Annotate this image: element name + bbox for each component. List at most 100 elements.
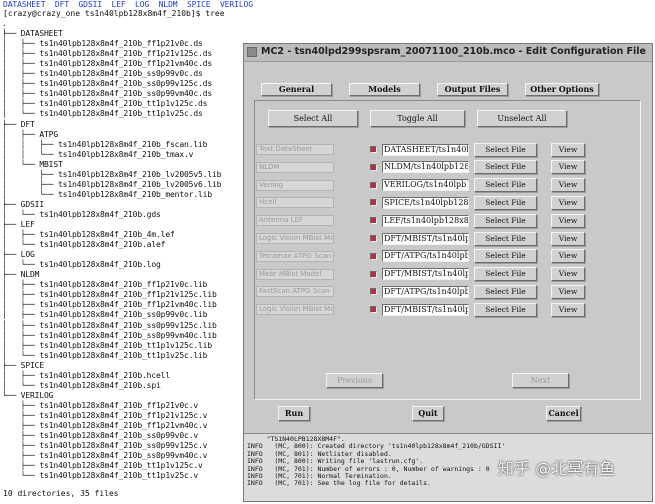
tree-line: │ ├── ts1n40lpb128x8m4f_210b_ss0p99v0c.d… <box>2 69 203 79</box>
output-path-field[interactable]: DFT/MBIST/ts1n40lpb1 <box>382 268 469 281</box>
output-path-field[interactable]: SPICE/ts1n40lpb128x8m <box>382 196 469 209</box>
tree-line: │ ├── ts1n40lpb128x8m4f_210b.hcell <box>2 370 170 380</box>
select-file-button[interactable]: Select File <box>474 195 537 210</box>
tree-line: │ └── ts1n40lpb128x8m4f_210b.log <box>2 260 161 270</box>
tree-line: ├── LOG <box>2 250 35 260</box>
tree-line: ├── GDSII <box>2 199 44 209</box>
output-enable-checkbox[interactable] <box>370 146 377 153</box>
output-type-label: Antenna LEF <box>256 215 334 227</box>
view-button[interactable]: View <box>551 195 585 210</box>
output-enable-checkbox[interactable] <box>370 235 377 242</box>
tree-line: ├── ts1n40lpb128x8m4f_210b_ss0p99v125c.v <box>2 441 208 451</box>
previous-button[interactable]: Previous <box>326 373 383 388</box>
ls-output-line: DATASHEET DFT GDSII LEF LOG NLDM SPICE V… <box>3 0 253 9</box>
output-type-label: Mebr MBist Model <box>256 268 334 280</box>
dialog-titlebar[interactable]: MC2 - tsn40lpd299spsram_20071100_210b.mc… <box>244 44 652 62</box>
output-type-label: NLDM <box>256 161 334 173</box>
output-path-field[interactable]: DATASHEET/ts1n40lpb128x8 <box>382 143 469 156</box>
tree-line: │ └── ts1n40lpb128x8m4f_210b_tt1p1v25c.d… <box>2 109 203 119</box>
output-enable-checkbox[interactable] <box>370 270 377 278</box>
select-file-button[interactable]: Select File <box>474 142 537 157</box>
select-file-button[interactable]: Select File <box>474 178 537 193</box>
watermark-text: 知乎 @北冥有鱼 <box>498 459 616 478</box>
view-button[interactable]: View <box>551 142 585 157</box>
tree-line: │ ├── ts1n40lpb128x8m4f_210b_lv2005v6.li… <box>2 179 222 189</box>
select-file-button[interactable]: Select File <box>474 213 537 228</box>
tree-line: │ │ ├── ts1n40lpb128x8m4f_210b_fscan.lib <box>2 139 208 149</box>
output-enable-checkbox[interactable] <box>370 163 377 171</box>
select-file-button[interactable]: Select File <box>474 267 537 282</box>
view-button[interactable]: View <box>551 231 585 246</box>
tree-line: └── VERILOG <box>2 390 54 400</box>
output-enable-checkbox[interactable] <box>370 288 377 296</box>
tab-output-files[interactable]: Output Files <box>437 83 508 96</box>
next-button[interactable]: Next <box>512 373 569 388</box>
view-button[interactable]: View <box>551 302 585 317</box>
shell-prompt: [crazy@crazy_one ts1n40lpb128x8m4f_210b]… <box>3 9 225 18</box>
select-file-button[interactable]: Select File <box>474 249 537 264</box>
output-enable-checkbox[interactable] <box>370 306 377 314</box>
tree-line: │ └── ts1n40lpb128x8m4f_210b_mentor.lib <box>2 189 212 199</box>
output-path-field[interactable]: DFT/MBIST/ts1n40lpb1 <box>382 303 469 316</box>
window-menu-icon[interactable] <box>247 47 257 57</box>
tree-line: ├── ts1n40lpb128x8m4f_210b_ff1p21v125c.v <box>2 410 208 420</box>
select-file-button[interactable]: Select File <box>474 284 537 299</box>
output-type-label: Hcell <box>256 197 334 209</box>
tree-line: │ └── MBIST <box>2 159 63 169</box>
cancel-button[interactable]: Cancel <box>546 406 581 421</box>
output-type-label: FastScan ATPG Scan <box>256 286 334 298</box>
output-enable-checkbox[interactable] <box>370 181 377 189</box>
tab-general[interactable]: General <box>261 83 332 96</box>
tree-line: └── ts1n40lpb128x8m4f_210b_tt1p1v25c.v <box>2 471 198 481</box>
run-button[interactable]: Run <box>278 406 310 421</box>
select-file-button[interactable]: Select File <box>474 302 537 317</box>
output-path-field[interactable]: VERILOG/ts1n40lpb128 <box>382 179 469 192</box>
output-enable-checkbox[interactable] <box>370 252 377 260</box>
output-enable-checkbox[interactable] <box>370 199 377 207</box>
tab-other-options[interactable]: Other Options <box>525 83 599 96</box>
view-button[interactable]: View <box>551 160 585 175</box>
tab-models[interactable]: Models <box>349 83 420 96</box>
tree-line: │ └── ts1n40lpb128x8m4f_210b.spi <box>2 380 161 390</box>
view-button[interactable]: View <box>551 213 585 228</box>
edit-configuration-dialog: MC2 - tsn40lpd299spsram_20071100_210b.mc… <box>243 43 653 502</box>
tree-line: ├── SPICE <box>2 360 44 370</box>
tree-line: ├── NLDM <box>2 270 40 280</box>
tree-line: │ └── ts1n40lpb128x8m4f_210b_tt1p1v25c.l… <box>2 350 208 360</box>
output-type-label: Text DataSheet <box>256 144 334 155</box>
output-path-field[interactable]: DFT/ATPG/ts1n40lpb12 <box>382 250 469 263</box>
view-button[interactable]: View <box>551 178 585 193</box>
output-path-field[interactable]: LEF/ts1n40lpb128x8m4f <box>382 214 469 227</box>
tree-line: │ ├── ts1n40lpb128x8m4f_210b_lv2005v5.li… <box>2 169 222 179</box>
tree-line: │ │ └── ts1n40lpb128x8m4f_210b_tmax.v <box>2 149 194 159</box>
tree-line: │ ├── ts1n40lpb128x8m4f_210b_tt1p1v125c.… <box>2 340 212 350</box>
output-path-field[interactable]: DFT/ATPG/ts1n40lpb12 <box>382 285 469 298</box>
tree-line: │ ├── ts1n40lpb128x8m4f_210b_ss0p99v0c.l… <box>2 310 208 320</box>
output-path-field[interactable]: NLDM/ts1n40lpb128x8m <box>382 161 469 174</box>
tree-line: ├── DATASHEET <box>2 29 63 39</box>
tree-line: │ ├── ts1n40lpb128x8m4f_210b_ff1p21v0c.d… <box>2 39 203 49</box>
tree-line: ├── ts1n40lpb128x8m4f_210b_ff1p21v0c.v <box>2 400 198 410</box>
dialog-title: MC2 - tsn40lpd299spsram_20071100_210b.mc… <box>261 46 646 57</box>
output-path-field[interactable]: DFT/MBIST/ts1n40lpb1 <box>382 232 469 245</box>
tree-line: ├── ts1n40lpb128x8m4f_210b_ff1p21vm40c.v <box>2 421 208 430</box>
tree-line: │ ├── ts1n40lpb128x8m4f_210b_4m.lef <box>2 230 175 240</box>
tree-line: │ ├── ts1n40lpb128x8m4f_210b_ss0p99vm40c… <box>2 330 217 340</box>
select-file-button[interactable]: Select File <box>474 160 537 175</box>
tree-line: . <box>2 19 7 28</box>
output-type-label: Logic Vision MBist Mo <box>256 233 334 244</box>
output-type-label: Logic Vision MBist Mo <box>256 304 334 316</box>
output-enable-checkbox[interactable] <box>370 217 377 225</box>
tree-summary: 10 directories, 35 files <box>3 489 119 498</box>
select-file-button[interactable]: Select File <box>474 231 537 246</box>
tree-line: ├── DFT <box>2 119 35 129</box>
tree-line: │ ├── ts1n40lpb128x8m4f_210b_ss0p99v125c… <box>2 320 217 330</box>
tree-line: │ ├── ts1n40lpb128x8m4f_210b_ff1p21v125c… <box>2 290 217 300</box>
tree-line: │ ├── ts1n40lpb128x8m4f_210b_tt1p1v125c.… <box>2 99 208 109</box>
view-button[interactable]: View <box>551 267 585 282</box>
tree-line: ├── ts1n40lpb128x8m4f_210b_tt1p1v125c.v <box>2 461 203 471</box>
view-button[interactable]: View <box>551 284 585 299</box>
output-type-label: Verilog <box>256 179 334 191</box>
quit-button[interactable]: Quit <box>412 406 444 421</box>
view-button[interactable]: View <box>551 249 585 264</box>
